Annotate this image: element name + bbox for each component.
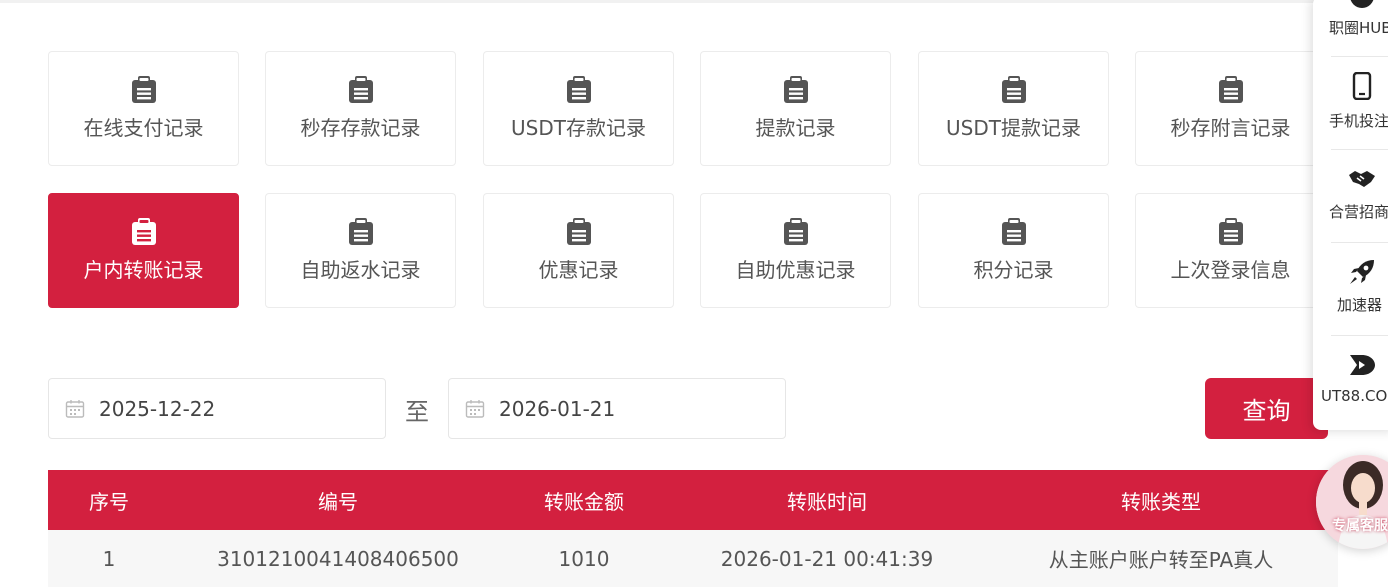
tile-self-promotion-records[interactable]: 自助优惠记录 <box>700 193 891 308</box>
end-date-value: 2026-01-21 <box>499 396 616 421</box>
mobile-phone-icon <box>1352 72 1372 100</box>
tile-label: 秒存存款记录 <box>300 116 421 140</box>
tile-label: USDT提款记录 <box>946 116 1081 140</box>
sidebar-item-label: UT88.COM <box>1321 387 1388 405</box>
tile-label: USDT存款记录 <box>511 116 646 140</box>
sidebar-divider <box>1331 242 1388 243</box>
tile-promotion-records[interactable]: 优惠记录 <box>483 193 674 308</box>
sidebar-item-accelerator[interactable]: 加速器 <box>1313 244 1388 334</box>
clipboard-icon <box>783 76 808 103</box>
clipboard-icon <box>566 218 591 245</box>
tile-label: 自助返水记录 <box>300 258 421 282</box>
sidebar-divider <box>1331 335 1388 336</box>
customer-service-label: 专属客服 <box>1332 518 1388 534</box>
tile-usdt-withdrawal-records[interactable]: USDT提款记录 <box>918 51 1109 166</box>
table-row: 1 3101210041408406500 1010 2026-01-21 00… <box>48 530 1338 587</box>
tile-label: 积分记录 <box>973 258 1054 282</box>
tile-label: 户内转账记录 <box>83 258 204 282</box>
clipboard-icon <box>783 218 808 245</box>
header-type: 转账类型 <box>1121 489 1201 514</box>
sidebar-item-label: 职圈HUB <box>1329 19 1388 37</box>
sidebar-item-hub[interactable]: 职圈HUB <box>1313 0 1388 52</box>
tile-label: 提款记录 <box>755 116 836 140</box>
cell-number: 3101210041408406500 <box>217 546 459 571</box>
brand-logo-icon <box>1350 355 1375 375</box>
start-date-value: 2025-12-22 <box>99 396 216 421</box>
community-icon <box>1350 0 1374 8</box>
tile-label: 自助优惠记录 <box>735 258 856 282</box>
rocket-icon <box>1350 260 1374 284</box>
clipboard-icon <box>566 76 591 103</box>
clipboard-icon <box>1218 218 1243 245</box>
clipboard-icon <box>348 76 373 103</box>
end-date-input[interactable]: 2026-01-21 <box>448 378 786 439</box>
clipboard-icon <box>131 218 156 245</box>
tile-online-payment-records[interactable]: 在线支付记录 <box>48 51 239 166</box>
clipboard-icon <box>1218 76 1243 103</box>
sidebar-item-label: 合营招商 <box>1329 203 1388 221</box>
tile-label: 秒存附言记录 <box>1170 116 1291 140</box>
header-amount: 转账金额 <box>544 489 624 514</box>
sidebar-divider <box>1331 56 1388 57</box>
top-divider <box>0 0 1388 3</box>
header-time: 转账时间 <box>787 489 867 514</box>
tile-label: 优惠记录 <box>538 258 619 282</box>
table-header: 序号 编号 转账金额 转账时间 转账类型 <box>48 470 1338 530</box>
cell-index: 1 <box>102 546 116 571</box>
cell-time: 2026-01-21 00:41:39 <box>720 546 934 571</box>
sidebar-item-label: 手机投注 <box>1329 112 1388 130</box>
clipboard-icon <box>1001 76 1026 103</box>
tile-last-login-info[interactable]: 上次登录信息 <box>1135 193 1326 308</box>
tile-internal-transfer-records[interactable]: 户内转账记录 <box>48 193 239 308</box>
sidebar-divider <box>1331 149 1388 150</box>
cell-amount: 1010 <box>558 546 610 571</box>
sidebar-item-mobile-betting[interactable]: 手机投注 <box>1313 58 1388 148</box>
sidebar-item-label: 加速器 <box>1337 296 1383 314</box>
clipboard-icon <box>131 76 156 103</box>
tile-self-rebate-records[interactable]: 自助返水记录 <box>265 193 456 308</box>
tile-usdt-deposit-records[interactable]: USDT存款记录 <box>483 51 674 166</box>
query-button[interactable]: 查询 <box>1205 378 1328 439</box>
date-range-separator: 至 <box>405 398 429 426</box>
sidebar-item-ut88[interactable]: UT88.COM <box>1313 337 1388 427</box>
header-number: 编号 <box>318 489 358 514</box>
tile-label: 上次登录信息 <box>1170 258 1291 282</box>
sidebar-item-partnership[interactable]: 合营招商 <box>1313 151 1388 241</box>
header-index: 序号 <box>89 489 129 514</box>
calendar-icon <box>465 399 485 418</box>
clipboard-icon <box>348 218 373 245</box>
cell-type: 从主账户账户转至PA真人 <box>1048 548 1274 572</box>
tile-points-records[interactable]: 积分记录 <box>918 193 1109 308</box>
floating-sidebar: 职圈HUB 手机投注 合营招商 加速器 UT88.COM <box>1313 0 1388 430</box>
handshake-icon <box>1349 171 1375 187</box>
start-date-input[interactable]: 2025-12-22 <box>48 378 386 439</box>
tile-label: 在线支付记录 <box>83 116 204 140</box>
calendar-icon <box>65 399 85 418</box>
tile-instant-deposit-note-records[interactable]: 秒存附言记录 <box>1135 51 1326 166</box>
tile-instant-deposit-records[interactable]: 秒存存款记录 <box>265 51 456 166</box>
tile-withdrawal-records[interactable]: 提款记录 <box>700 51 891 166</box>
clipboard-icon <box>1001 218 1026 245</box>
